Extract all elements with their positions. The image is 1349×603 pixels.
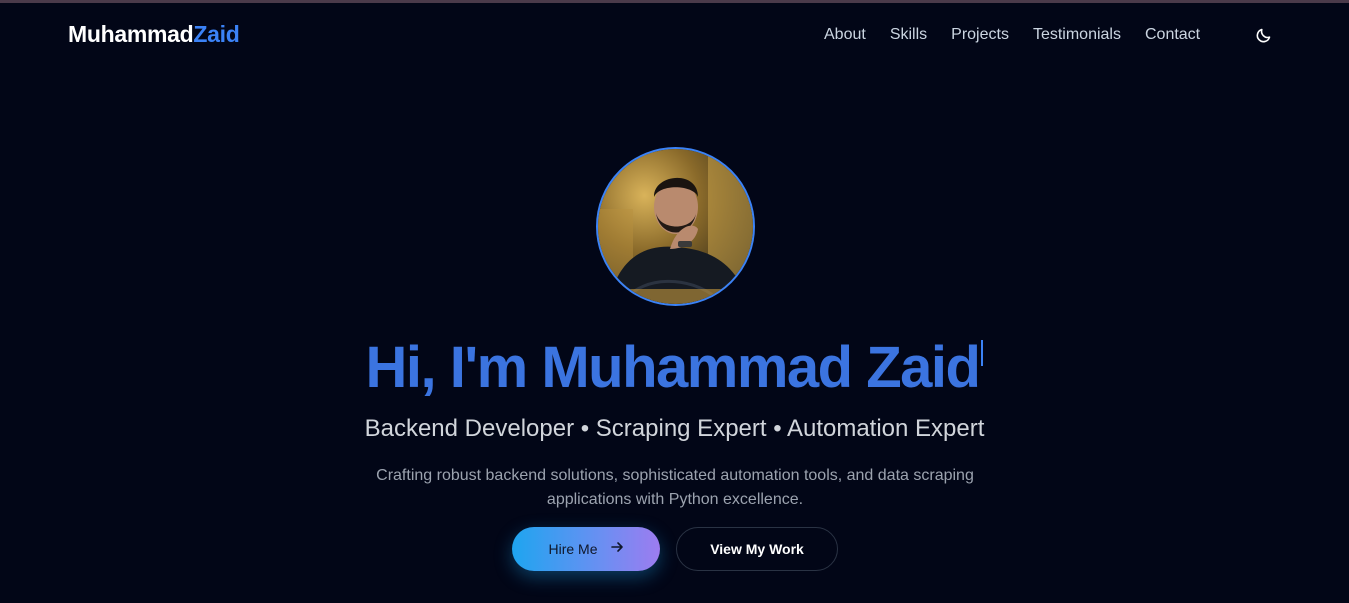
theme-toggle-button[interactable] (1254, 25, 1274, 45)
avatar (596, 147, 755, 306)
hero-headline-text: Hi, I'm Muhammad Zaid (365, 335, 981, 400)
nav-link-about[interactable]: About (824, 26, 866, 44)
profile-photo (598, 149, 753, 304)
logo-last-name: Zaid (193, 21, 240, 47)
typing-caret (981, 340, 984, 366)
view-my-work-button[interactable]: View My Work (676, 527, 838, 571)
navbar: MuhammadZaid About Skills Projects Testi… (0, 3, 1349, 67)
page: MuhammadZaid About Skills Projects Testi… (0, 0, 1349, 603)
nav-links: About Skills Projects Testimonials Conta… (824, 26, 1200, 44)
hero-headline: Hi, I'm Muhammad Zaid (0, 334, 1349, 401)
arrow-right-icon (610, 540, 624, 559)
nav-link-contact[interactable]: Contact (1145, 26, 1200, 44)
logo-first-name: Muhammad (68, 21, 194, 47)
nav-link-testimonials[interactable]: Testimonials (1033, 26, 1121, 44)
hero-roles: Backend Developer • Scraping Expert • Au… (364, 415, 985, 442)
hire-me-button[interactable]: Hire Me (512, 527, 660, 571)
hire-me-label: Hire Me (548, 541, 598, 557)
hero-description: Crafting robust backend solutions, sophi… (376, 467, 974, 508)
nav-link-projects[interactable]: Projects (951, 26, 1009, 44)
moon-icon (1256, 28, 1271, 43)
site-logo[interactable]: MuhammadZaid (68, 21, 240, 48)
nav-link-skills[interactable]: Skills (890, 26, 927, 44)
